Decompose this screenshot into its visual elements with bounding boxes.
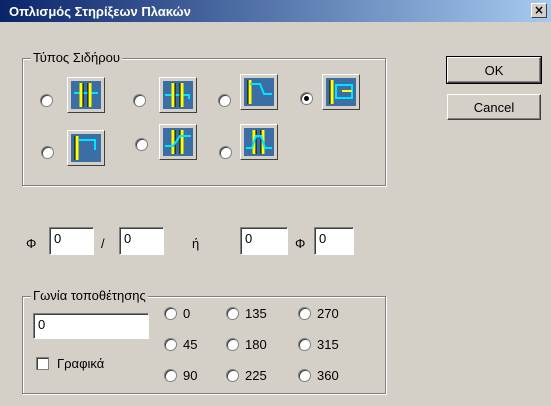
bar-type-button-2[interactable] xyxy=(159,77,197,113)
bar-type-button-1[interactable] xyxy=(67,77,105,113)
angle-radio-180[interactable] xyxy=(226,338,239,351)
ok-button[interactable]: OK xyxy=(446,56,542,84)
angle-option-label: 270 xyxy=(317,306,339,321)
bar-type-button-4[interactable] xyxy=(322,74,360,110)
diameter-input-2[interactable]: 0 xyxy=(314,227,354,255)
graphic-label: Γραφικά xyxy=(57,356,105,371)
phi-label-1: Φ xyxy=(26,236,37,251)
angle-option-label: 360 xyxy=(317,368,339,383)
angle-radio-360[interactable] xyxy=(298,369,311,382)
bar-type-l-shape-icon xyxy=(71,134,101,162)
angle-option-label: 45 xyxy=(183,337,198,352)
or-label: ή xyxy=(192,236,200,251)
angle-radio-135[interactable] xyxy=(226,307,239,320)
angle-input[interactable]: 0 xyxy=(33,313,149,339)
bar-type-cranked-icon xyxy=(163,128,193,156)
diameter-input-1[interactable]: 0 xyxy=(49,227,94,255)
close-icon: × xyxy=(533,3,545,17)
angle-radio-225[interactable] xyxy=(226,369,239,382)
angle-option-label: 225 xyxy=(245,368,267,383)
angle-option-label: 315 xyxy=(317,337,339,352)
bar-type-radio-5[interactable] xyxy=(41,146,54,159)
angle-option-label: 135 xyxy=(245,306,267,321)
angle-radio-315[interactable] xyxy=(298,338,311,351)
angle-option-label: 90 xyxy=(183,368,198,383)
title-bar[interactable]: Οπλισμός Στηρίξεων Πλακών × xyxy=(0,0,551,22)
angle-legend: Γωνία τοποθέτησης xyxy=(31,288,148,304)
phi-label-2: Φ xyxy=(295,236,306,251)
bar-type-button-6[interactable] xyxy=(159,124,197,160)
bar-type-button-5[interactable] xyxy=(67,130,105,166)
bar-type-closed-loop-icon xyxy=(326,78,356,106)
bar-type-straight-hook-icon xyxy=(163,81,193,109)
bar-type-radio-1[interactable] xyxy=(40,94,53,107)
bar-type-bent-down-icon xyxy=(244,78,274,106)
bar-type-button-3[interactable] xyxy=(240,74,278,110)
slash-label: / xyxy=(101,236,105,251)
bar-type-radio-3[interactable] xyxy=(218,94,231,107)
dialog-window: Οπλισμός Στηρίξεων Πλακών × Τύπος Σιδήρο… xyxy=(0,0,551,406)
count-input[interactable]: 0 xyxy=(240,227,288,255)
angle-radio-0[interactable] xyxy=(164,307,177,320)
angle-option-label: 0 xyxy=(183,306,191,321)
bar-type-legend: Τύπος Σιδήρου xyxy=(31,50,122,66)
angle-radio-45[interactable] xyxy=(164,338,177,351)
ok-button-label: OK xyxy=(484,62,504,78)
bar-type-straight-tee-icon xyxy=(71,81,101,109)
bar-type-button-7[interactable] xyxy=(240,124,278,160)
bar-type-radio-6[interactable] xyxy=(135,138,148,151)
bar-type-radio-2[interactable] xyxy=(133,94,146,107)
angle-radio-90[interactable] xyxy=(164,369,177,382)
spacing-input[interactable]: 0 xyxy=(119,227,164,255)
bar-type-radio-7[interactable] xyxy=(219,146,232,159)
cancel-button[interactable]: Cancel xyxy=(447,94,541,120)
window-title: Οπλισμός Στηρίξεων Πλακών xyxy=(9,3,191,19)
close-button[interactable]: × xyxy=(531,3,547,18)
cancel-button-label: Cancel xyxy=(473,99,515,115)
angle-option-label: 180 xyxy=(245,337,267,352)
bar-type-double-crank-icon xyxy=(244,128,274,156)
angle-radio-270[interactable] xyxy=(298,307,311,320)
graphic-checkbox[interactable] xyxy=(36,357,49,370)
bar-type-radio-4[interactable] xyxy=(300,92,313,105)
